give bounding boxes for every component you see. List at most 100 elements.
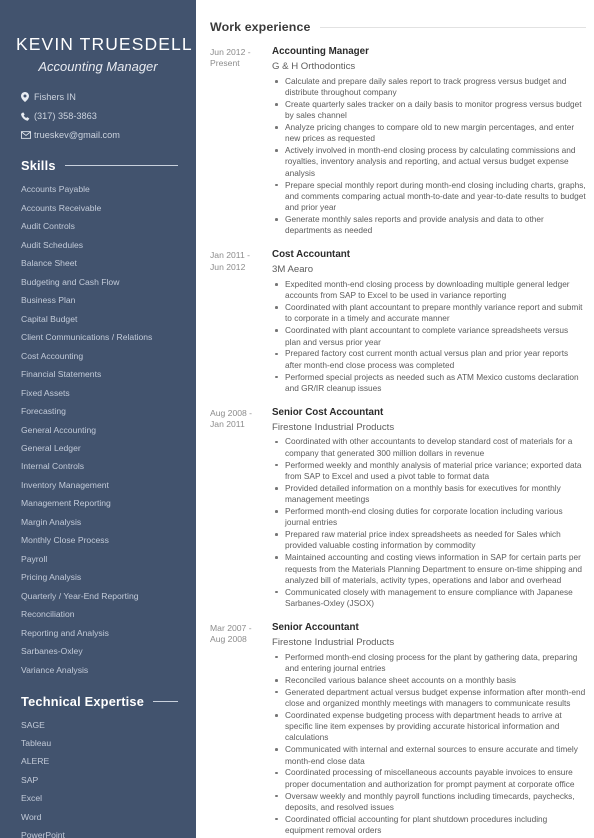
skill-item: Internal Controls (21, 461, 85, 472)
job-bullet: Performed month-end closing duties for c… (272, 506, 586, 529)
job-bullet: Oversaw weekly and monthly payroll funct… (272, 791, 586, 814)
skill-item: Inventory Management (21, 479, 109, 490)
job-bullet: Coordinated expense budgeting process wi… (272, 710, 586, 744)
technical-item: Tableau (21, 737, 52, 748)
job-bullet: Calculate and prepare daily sales report… (272, 76, 586, 99)
job-company: 3M Aearo (272, 263, 314, 275)
job-dates: Aug 2008 - Jan 2011 (210, 407, 253, 430)
job-bullet: Prepare special monthly report during mo… (272, 180, 586, 214)
job-bullet: Coordinated with plant accountant to pre… (272, 302, 586, 325)
job-bullet: Generated department actual versus budge… (272, 687, 586, 710)
skill-item: Variance Analysis (21, 664, 89, 675)
skill-item: Budgeting and Cash Flow (21, 276, 120, 287)
sidebar: KEVIN TRUESDELL Accounting Manager Fishe… (0, 0, 196, 838)
job-company: Firestone Industrial Products (272, 421, 395, 433)
job-bullet: Maintained accounting and costing views … (272, 552, 586, 586)
skills-heading: Skills (21, 158, 56, 174)
work-experience-heading: Work experience (210, 20, 311, 34)
job-bullet: Coordinated official accounting for plan… (272, 814, 586, 837)
resume-document: KEVIN TRUESDELL Accounting Manager Fishe… (0, 0, 594, 838)
candidate-name: KEVIN TRUESDELL (16, 34, 193, 54)
job-bullet-list: Expedited month-end closing process by d… (272, 279, 586, 394)
job-bullet: Generate monthly sales reports and provi… (272, 214, 586, 237)
technical-item: Word (21, 811, 42, 822)
skill-item: Pricing Analysis (21, 572, 82, 583)
job-bullet: Reconciled various balance sheet account… (272, 675, 586, 686)
job-company: Firestone Industrial Products (272, 636, 395, 648)
technical-expertise-heading: Technical Expertise (21, 693, 145, 709)
technical-heading-rule (153, 700, 178, 702)
contact-phone-text: (317) 358-3863 (34, 111, 97, 122)
job-bullet: Coordinated with plant accountant to com… (272, 325, 586, 348)
skill-item: Margin Analysis (21, 516, 82, 527)
work-experience-entry: Jan 2011 - Jun 2012 Cost Accountant 3M Aea… (210, 249, 586, 395)
skill-item: Reconciliation (21, 609, 75, 620)
skill-item: Capital Budget (21, 313, 78, 324)
technical-item: SAGE (21, 719, 45, 730)
technical-item: ALERE (21, 756, 50, 767)
job-details: Accounting Manager G & H Orthodontics Calc… (272, 46, 586, 237)
job-bullet: Expedited month-end closing process by d… (272, 279, 586, 302)
skill-item: Sarbanes-Oxley (21, 646, 83, 657)
main-content: Work experience Jun 2012 - Present Accoun… (196, 0, 594, 838)
technical-heading-row: Technical Expertise (16, 694, 180, 709)
job-role: Cost Accountant (272, 249, 351, 261)
work-experience-list: Jun 2012 - Present Accounting Manager G & … (210, 46, 586, 837)
technical-item: PowerPoint (21, 830, 65, 838)
job-role: Senior Cost Accountant (272, 406, 384, 418)
job-bullet: Communicated with internal and external … (272, 744, 586, 767)
location-pin-icon (21, 92, 34, 103)
job-role: Senior Accountant (272, 621, 359, 633)
job-bullet: Performed special projects as needed suc… (272, 372, 586, 395)
skill-item: Financial Statements (21, 369, 102, 380)
job-bullet: Prepared raw material price index spread… (272, 529, 586, 552)
job-bullet: Communicated closely with management to … (272, 587, 586, 610)
skill-item: Payroll (21, 553, 48, 564)
job-bullet: Provided detailed information on a month… (272, 483, 586, 506)
skill-item: Quarterly / Year-End Reporting (21, 590, 139, 601)
job-bullet-list: Calculate and prepare daily sales report… (272, 76, 586, 237)
job-bullet: Create quarterly sales tracker on a dail… (272, 99, 586, 122)
contact-location-text: Fishers IN (34, 92, 76, 103)
contact-location: Fishers IN (21, 92, 180, 103)
skill-item: General Accounting (21, 424, 97, 435)
job-dates: Jan 2011 - Jun 2012 (210, 250, 250, 272)
skill-item: Cost Accounting (21, 350, 84, 361)
skill-item: Forecasting (21, 406, 66, 417)
skills-heading-rule (64, 165, 178, 167)
skill-item: Balance Sheet (21, 258, 77, 269)
skill-item: Business Plan (21, 295, 76, 306)
job-bullet: Prepared factory cost current month actu… (272, 348, 586, 371)
skill-item: Audit Controls (21, 221, 75, 232)
technical-item: SAP (21, 774, 39, 785)
skill-item: Fixed Assets (21, 387, 70, 398)
skills-heading-row: Skills (16, 158, 180, 173)
job-bullet: Analyze pricing changes to compare old t… (272, 122, 586, 145)
skills-section: Skills Accounts Payable Accounts Receivab… (16, 158, 180, 675)
skills-list: Accounts Payable Accounts Receivable Audit… (16, 185, 180, 675)
job-role: Accounting Manager (272, 46, 369, 57)
technical-expertise-section: Technical Expertise SAGE Tableau ALERE SAP E… (16, 694, 180, 838)
skill-item: Monthly Close Process (21, 535, 109, 546)
job-company: G & H Orthodontics (272, 60, 356, 72)
work-experience-entry: Aug 2008 - Jan 2011 Senior Cost Accountan… (210, 407, 586, 610)
job-bullet: Performed weekly and monthly analysis of… (272, 460, 586, 483)
skill-item: Audit Schedules (21, 239, 84, 250)
job-bullet: Coordinated with other accountants to de… (272, 436, 586, 459)
technical-expertise-list: SAGETableauALERESAPExcelWordPowerPointAc… (16, 719, 180, 838)
skill-item: Accounts Payable (21, 184, 90, 195)
skill-item: Accounts Receivable (21, 202, 102, 213)
envelope-icon (21, 131, 34, 140)
job-bullet-list: Coordinated with other accountants to de… (272, 436, 586, 609)
job-details: Cost Accountant 3M Aearo Expedited month-e… (272, 249, 586, 395)
job-bullet-list: Performed month-end closing process for … (272, 652, 586, 837)
work-experience-entry: Mar 2007 - Aug 2008 Senior Accountant Fire… (210, 622, 586, 837)
phone-icon (21, 112, 34, 121)
job-bullet: Coordinated processing of miscellaneous … (272, 767, 586, 790)
job-details: Senior Cost Accountant Firestone Industri… (272, 407, 586, 610)
contact-email-text: trueskev@gmail.com (34, 130, 120, 141)
contact-email: trueskev@gmail.com (21, 130, 180, 140)
skill-item: Client Communications / Relations (21, 332, 153, 343)
skill-item: General Ledger (21, 443, 81, 454)
job-dates: Mar 2007 - Aug 2008 (210, 622, 252, 645)
